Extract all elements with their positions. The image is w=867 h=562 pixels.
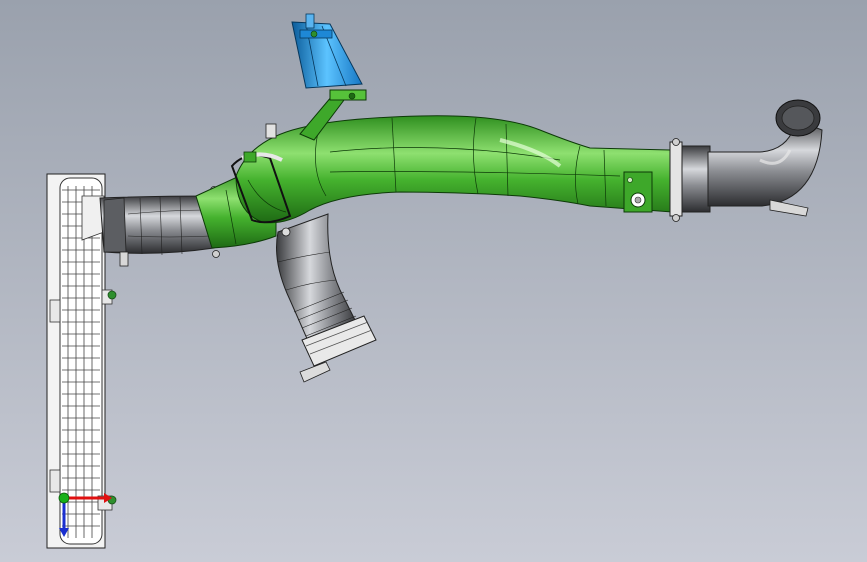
- viewport-background: [0, 0, 867, 562]
- model-canvas[interactable]: [0, 0, 867, 562]
- cad-3d-viewport[interactable]: [0, 0, 867, 562]
- triad-y-axis: [58, 492, 70, 504]
